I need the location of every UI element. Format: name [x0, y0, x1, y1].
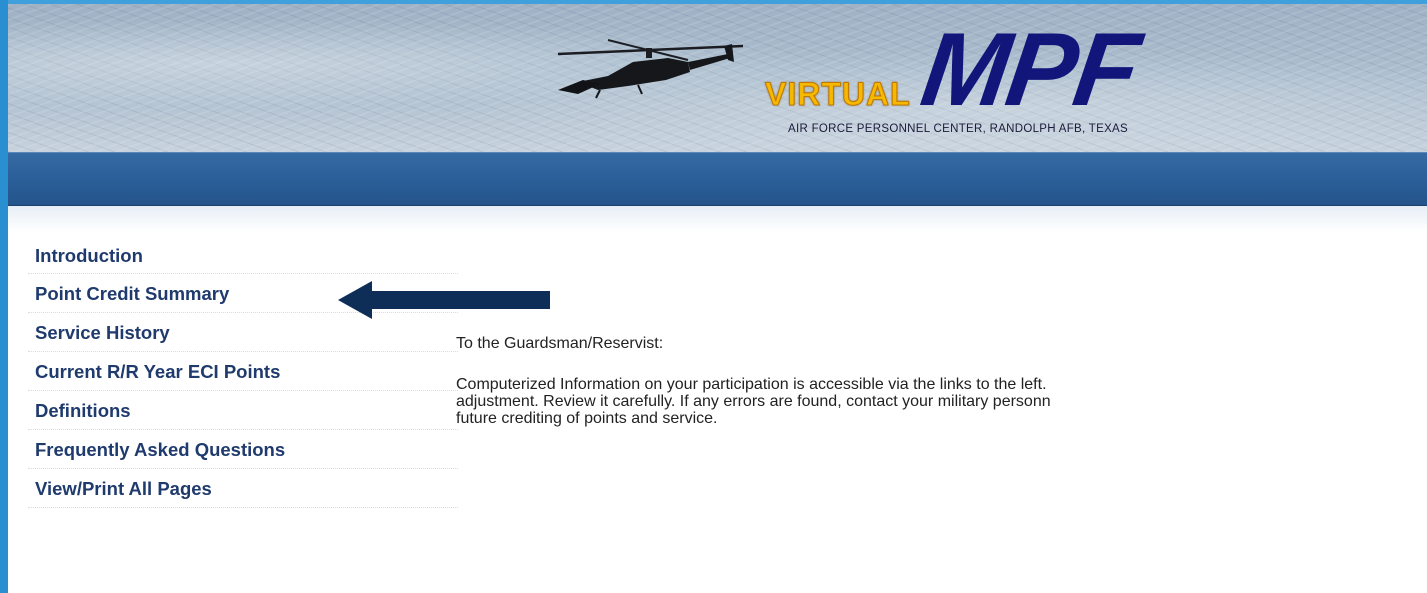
paragraph-line: adjustment. Review it carefully. If any … — [456, 393, 1051, 410]
sidebar-nav: Introduction Point Credit Summary Servic… — [28, 236, 458, 508]
paragraph-line: future crediting of points and service. — [456, 410, 718, 427]
logo-mpf: MPF — [914, 12, 1145, 128]
site-banner: MPF VIRTUAL AIR FORCE PERSONNEL CENTER, … — [8, 4, 1427, 152]
header-bar-shadow — [8, 206, 1427, 232]
greeting-text: To the Guardsman/Reservist: — [456, 335, 664, 352]
sidebar-item-faq[interactable]: Frequently Asked Questions — [28, 430, 458, 469]
banner-subtitle: AIR FORCE PERSONNEL CENTER, RANDOLPH AFB… — [788, 123, 1129, 135]
paragraph-line: Computerized Information on your partici… — [456, 376, 1047, 393]
intro-paragraph: Computerized Information on your partici… — [456, 376, 1427, 427]
sidebar-item-view-print-all[interactable]: View/Print All Pages — [28, 469, 458, 508]
helicopter-icon — [557, 39, 744, 99]
header-nav-bar — [8, 152, 1427, 207]
sidebar-item-introduction[interactable]: Introduction — [28, 236, 458, 274]
sidebar-item-definitions[interactable]: Definitions — [28, 391, 458, 430]
left-arrow-icon — [338, 281, 550, 319]
main-content: To the Guardsman/Reservist: Computerized… — [456, 335, 1427, 427]
sidebar-item-current-rr-year-eci-points[interactable]: Current R/R Year ECI Points — [28, 352, 458, 391]
logo-virtual: VIRTUAL — [765, 76, 911, 113]
window-left-edge — [0, 0, 8, 593]
